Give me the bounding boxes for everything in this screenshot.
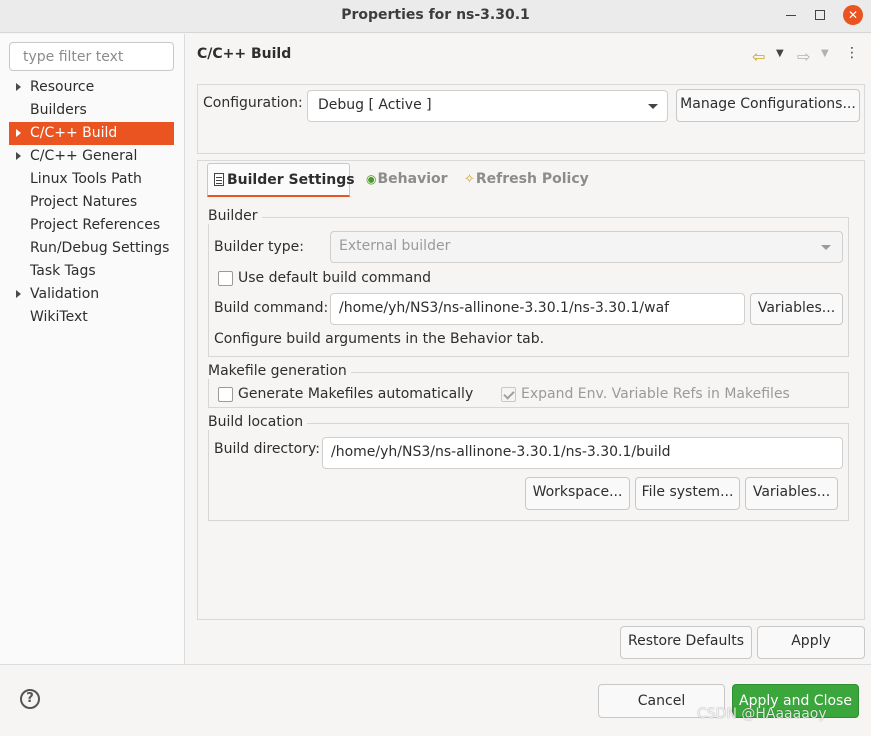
expand-arrow-icon[interactable]	[16, 83, 21, 91]
use-default-build-command-label: Use default build command	[238, 270, 432, 286]
location-variables-button[interactable]: Variables...	[745, 477, 838, 510]
preference-tree: Resource Builders C/C++ Build C/C++ General…	[9, 76, 174, 329]
chevron-down-icon	[648, 104, 658, 109]
builder-type-select: External builder	[330, 231, 843, 263]
page-title: C/C++ Build	[197, 46, 292, 62]
sidebar-item-run-debug-settings[interactable]: Run/Debug Settings	[9, 237, 174, 260]
sidebar-item-c-c-build[interactable]: C/C++ Build	[9, 122, 174, 145]
sidebar-item-builders[interactable]: Builders	[9, 99, 174, 122]
forward-dropdown-icon[interactable]: ▼	[821, 48, 829, 59]
build-directory-input[interactable]: /home/yh/NS3/ns-allinone-3.30.1/ns-3.30.…	[322, 437, 843, 469]
sidebar-item-c-c-general[interactable]: C/C++ General	[9, 145, 174, 168]
tab-builder-settings[interactable]: Builder Settings	[207, 163, 355, 197]
sidebar-item-label: Builders	[30, 102, 87, 118]
sidebar-item-wikitext[interactable]: WikiText	[9, 306, 174, 329]
window-title: Properties for ns-3.30.1	[341, 7, 530, 23]
close-icon[interactable]: ✕	[843, 5, 863, 25]
expand-arrow-icon[interactable]	[16, 129, 21, 137]
tab-refresh-policy[interactable]: ✧Refresh Policy	[464, 163, 589, 197]
back-dropdown-icon[interactable]: ▼	[776, 48, 784, 59]
builder-group-title: Builder	[208, 208, 262, 224]
configuration-value: Debug [ Active ]	[318, 97, 432, 113]
forward-arrow-icon[interactable]: ⇨	[797, 47, 810, 66]
build-command-label: Build command:	[214, 300, 329, 316]
help-icon[interactable]: ?	[20, 689, 40, 709]
sidebar: Resource Builders C/C++ Build C/C++ General…	[0, 34, 185, 664]
chevron-down-icon	[821, 245, 831, 250]
expand-env-refs-checkbox	[501, 387, 516, 402]
builder-type-label: Builder type:	[214, 239, 304, 255]
tab-behavior[interactable]: ◉Behavior	[366, 163, 448, 197]
build-command-input[interactable]: /home/yh/NS3/ns-allinone-3.30.1/ns-3.30.…	[330, 293, 745, 325]
sidebar-item-label: WikiText	[30, 309, 88, 325]
refresh-icon: ✧	[464, 172, 475, 187]
sidebar-item-label: Resource	[30, 79, 95, 95]
document-icon	[214, 173, 224, 186]
sidebar-item-task-tags[interactable]: Task Tags	[9, 260, 174, 283]
sidebar-item-project-references[interactable]: Project References	[9, 214, 174, 237]
sidebar-item-label: C/C++ General	[30, 148, 138, 164]
tab-label: Behavior	[377, 171, 448, 187]
generate-makefiles-label: Generate Makefiles automatically	[238, 386, 474, 402]
sidebar-item-label: C/C++ Build	[30, 125, 118, 141]
generate-makefiles-checkbox[interactable]	[218, 387, 233, 402]
makefile-group-title: Makefile generation	[208, 363, 351, 379]
sidebar-item-resource[interactable]: Resource	[9, 76, 174, 99]
configuration-label: Configuration:	[203, 95, 303, 111]
title-bar: Properties for ns-3.30.1 ✕	[0, 0, 871, 33]
builder-variables-button[interactable]: Variables...	[750, 293, 843, 325]
configuration-select[interactable]: Debug [ Active ]	[307, 90, 668, 122]
workspace-button[interactable]: Workspace...	[525, 477, 630, 510]
sidebar-item-label: Run/Debug Settings	[30, 240, 170, 256]
use-default-build-command-checkbox[interactable]	[218, 271, 233, 286]
expand-arrow-icon[interactable]	[16, 290, 21, 298]
tab-label: Builder Settings	[227, 172, 355, 188]
apply-button[interactable]: Apply	[757, 626, 865, 659]
sidebar-item-label: Project References	[30, 217, 161, 233]
minimize-icon[interactable]	[781, 5, 801, 25]
back-arrow-icon[interactable]: ⇦	[752, 47, 765, 66]
watermark: CSDN @HAaaaaoy	[697, 706, 827, 722]
build-directory-label: Build directory:	[214, 441, 320, 457]
sidebar-item-label: Project Natures	[30, 194, 138, 210]
sidebar-item-validation[interactable]: Validation	[9, 283, 174, 306]
expand-env-refs-label: Expand Env. Variable Refs in Makefiles	[521, 386, 790, 402]
footer-divider	[0, 664, 871, 665]
sidebar-item-linux-tools-path[interactable]: Linux Tools Path	[9, 168, 174, 191]
kebab-menu-icon[interactable]: ⋮	[845, 45, 859, 61]
tab-label: Refresh Policy	[475, 171, 589, 187]
sidebar-item-label: Task Tags	[30, 263, 96, 279]
manage-configurations-button[interactable]: Manage Configurations...	[676, 89, 860, 122]
file-system-button[interactable]: File system...	[635, 477, 740, 510]
builder-hint: Configure build arguments in the Behavio…	[214, 331, 545, 347]
expand-arrow-icon[interactable]	[16, 152, 21, 160]
sidebar-item-project-natures[interactable]: Project Natures	[9, 191, 174, 214]
behavior-icon: ◉	[366, 172, 377, 186]
sidebar-item-label: Validation	[30, 286, 100, 302]
builder-type-value: External builder	[339, 238, 451, 254]
filter-input[interactable]	[9, 42, 174, 71]
sidebar-item-label: Linux Tools Path	[30, 171, 142, 187]
build-location-group-title: Build location	[208, 414, 308, 430]
restore-defaults-button[interactable]: Restore Defaults	[620, 626, 752, 659]
maximize-icon[interactable]	[810, 5, 830, 25]
